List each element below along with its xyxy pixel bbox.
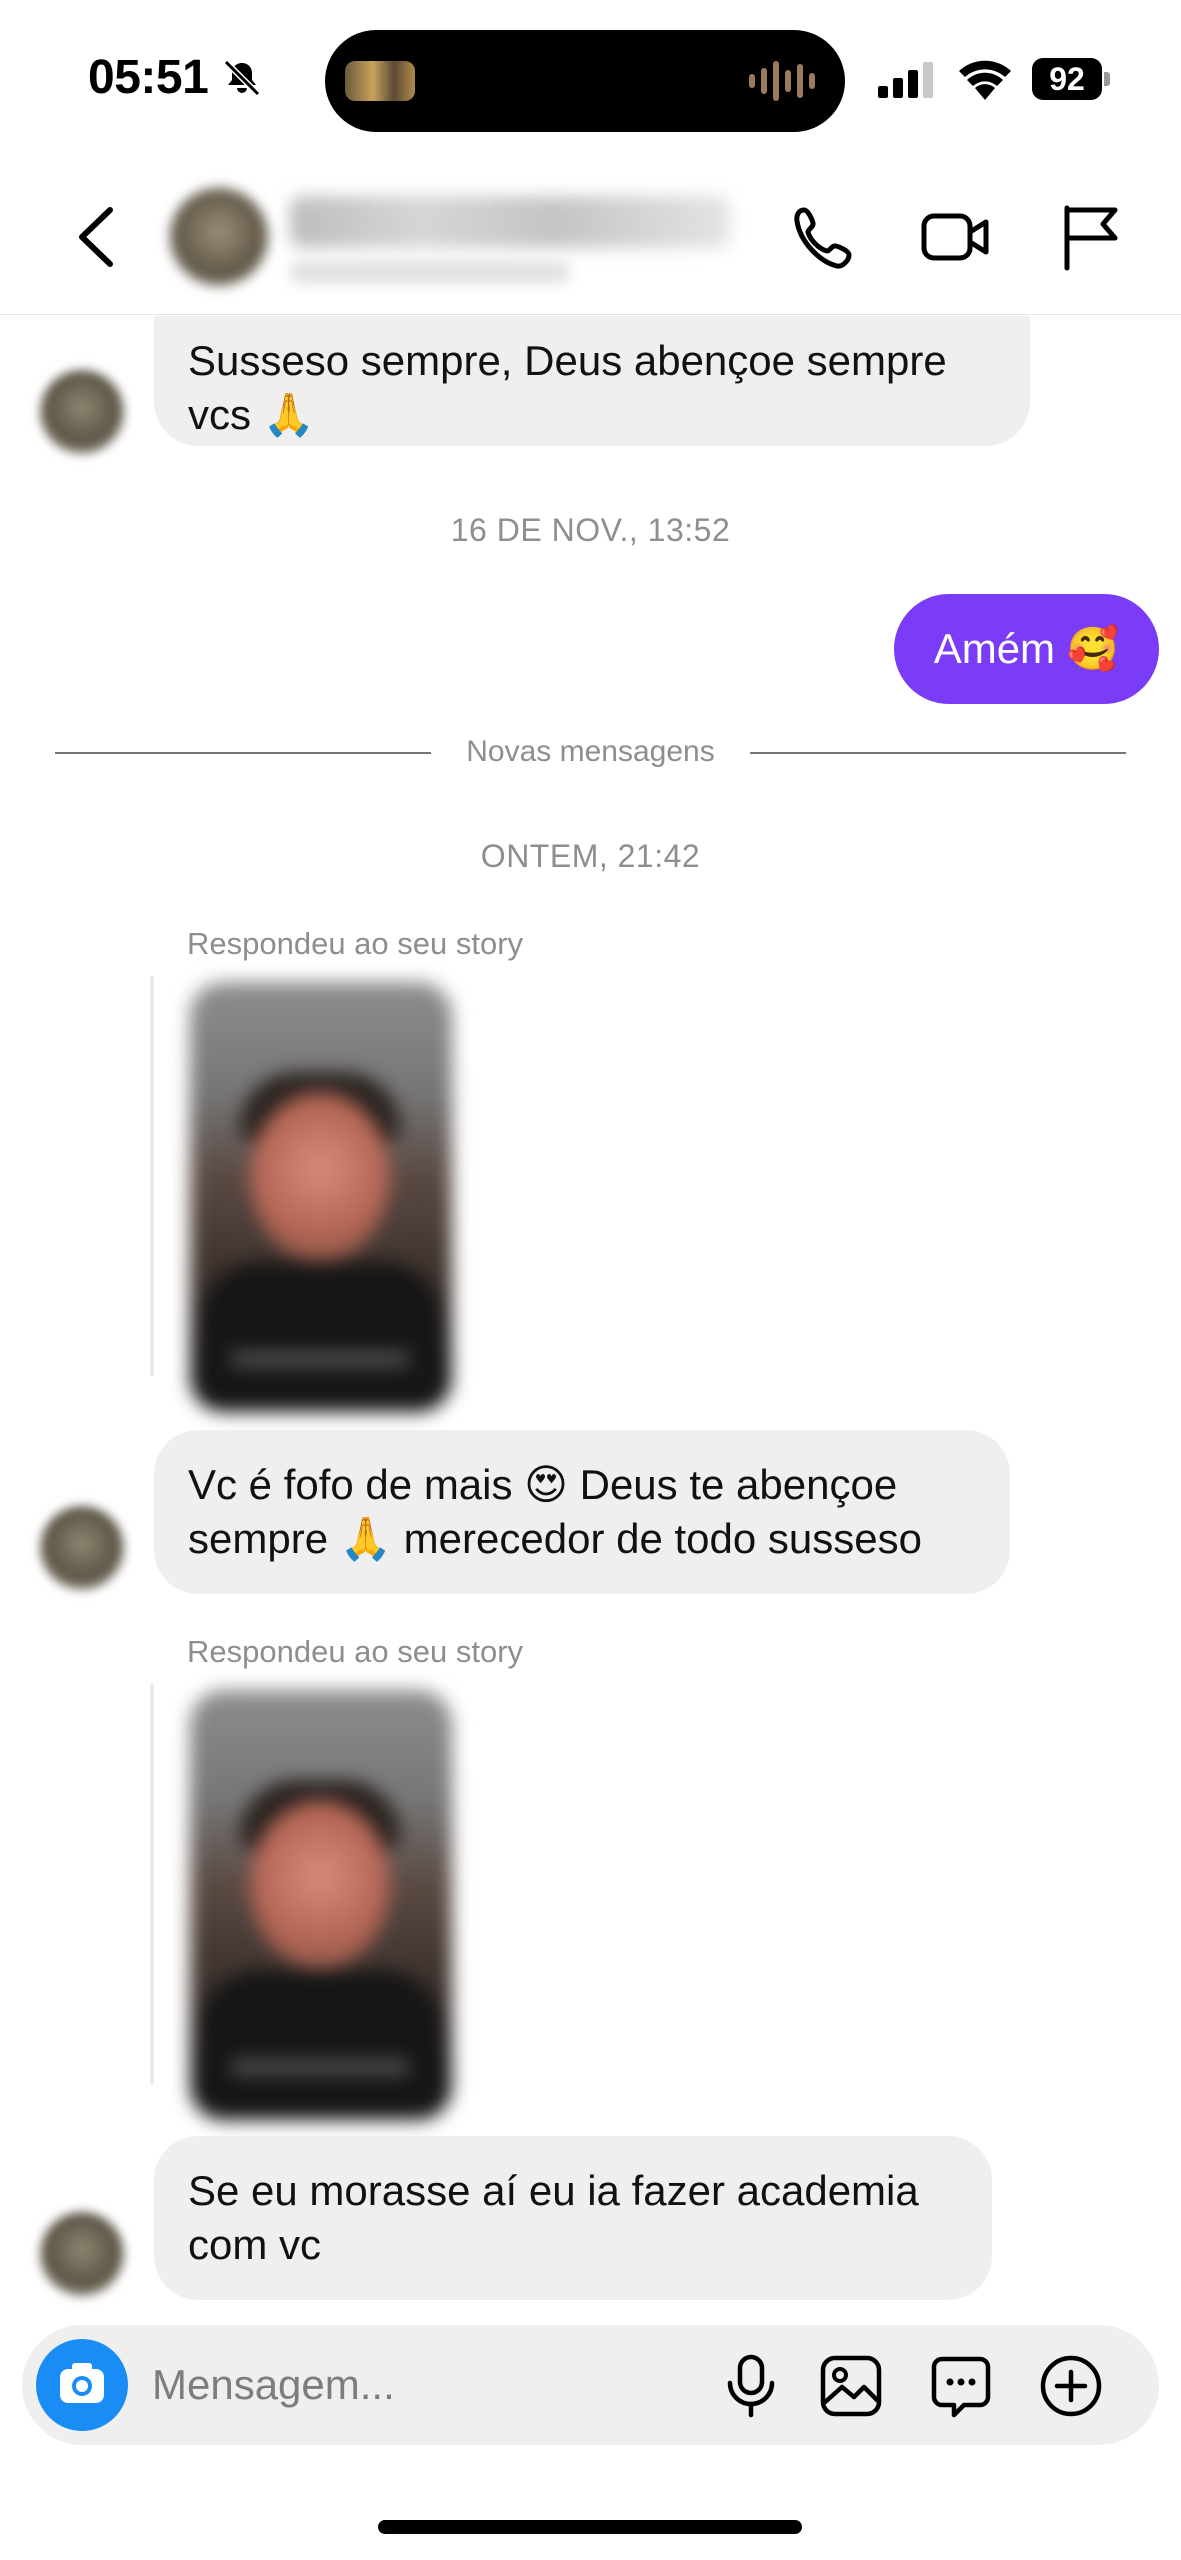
message-text-line: Se eu morasse aí eu ia fazer academia <box>188 2167 919 2214</box>
battery-indicator: 92 <box>1032 58 1110 100</box>
reply-indicator-line <box>150 976 154 1376</box>
sender-avatar[interactable] <box>40 2212 124 2296</box>
divider-label: Novas mensagens <box>446 735 735 768</box>
sticker-message-icon[interactable] <box>928 2353 994 2419</box>
message-text-line: vcs 🙏 <box>188 391 315 438</box>
dynamic-island[interactable] <box>325 30 845 132</box>
back-arrow-icon[interactable] <box>70 202 126 272</box>
phone-call-icon[interactable] <box>790 202 860 272</box>
received-message-bubble[interactable]: Vc é fofo de mais 😍 Deus te abençoe semp… <box>154 1430 1010 1594</box>
battery-level: 92 <box>1049 61 1085 97</box>
status-bar: 05:51 92 <box>0 0 1181 160</box>
status-time: 05:51 <box>88 51 209 104</box>
received-message-bubble[interactable]: Se eu morasse aí eu ia fazer academia co… <box>154 2136 992 2300</box>
sender-avatar[interactable] <box>40 370 124 454</box>
story-thumbnail[interactable] <box>190 1690 452 2120</box>
message-text-line: Vc é fofo de mais 😍 Deus te abençoe <box>188 1461 898 1508</box>
message-text-line: com vc <box>188 2221 322 2268</box>
story-reply-label: Respondeu ao seu story <box>187 926 524 961</box>
timestamp: 16 DE NOV., 13:52 <box>450 512 731 548</box>
home-indicator[interactable] <box>378 2520 802 2534</box>
message-text-line: Susseso sempre, Deus abençoe sempre <box>188 337 947 384</box>
audio-waveform-icon <box>749 58 815 104</box>
new-messages-divider: Novas mensagens <box>55 732 1126 772</box>
flag-report-icon[interactable] <box>1055 202 1125 272</box>
video-call-icon[interactable] <box>920 202 990 272</box>
gallery-image-icon[interactable] <box>818 2353 884 2419</box>
now-playing-artwork <box>345 61 415 101</box>
message-thread[interactable]: Susseso sempre, Deus abençoe sempre vcs … <box>0 316 1181 2321</box>
timestamp: ONTEM, 21:42 <box>480 838 701 874</box>
microphone-icon[interactable] <box>718 2353 784 2419</box>
camera-icon <box>60 2363 104 2403</box>
story-reply-label: Respondeu ao seu story <box>187 1634 524 1669</box>
sender-avatar[interactable] <box>40 1506 124 1590</box>
reply-indicator-line <box>150 1684 154 2084</box>
chat-header <box>0 160 1181 315</box>
received-message-bubble[interactable]: Susseso sempre, Deus abençoe sempre vcs … <box>154 316 1030 446</box>
message-text-line: sempre 🙏 merecedor de todo susseso <box>188 1515 922 1562</box>
add-plus-icon[interactable] <box>1038 2353 1104 2419</box>
camera-button[interactable] <box>36 2339 128 2431</box>
contact-username-redacted[interactable] <box>290 260 570 284</box>
story-thumbnail[interactable] <box>190 982 452 1412</box>
message-composer <box>22 2325 1159 2445</box>
message-input[interactable] <box>152 2355 712 2415</box>
wifi-icon <box>959 60 1011 100</box>
contact-avatar[interactable] <box>170 188 268 286</box>
bell-off-icon <box>223 59 261 97</box>
sent-message-bubble[interactable]: Amém 🥰 <box>893 594 1159 704</box>
cellular-signal-icon <box>878 62 933 98</box>
contact-name-redacted[interactable] <box>290 196 730 248</box>
